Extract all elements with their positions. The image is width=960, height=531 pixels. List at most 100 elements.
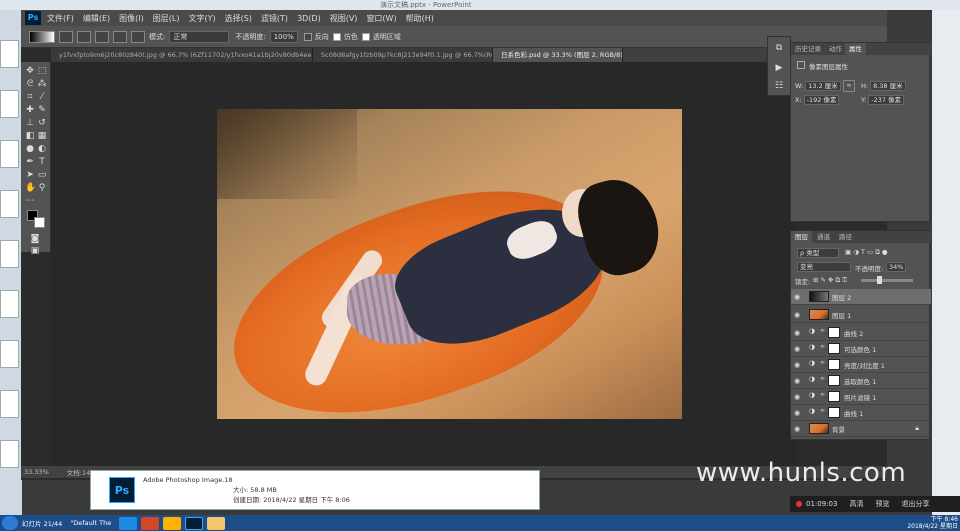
menu-window[interactable]: 窗口(W) [366,13,396,24]
visibility-eye-icon[interactable]: ◉ [794,425,804,433]
y-input[interactable]: -237 像素 [868,95,905,105]
lasso-tool-icon[interactable]: ᘓ [25,79,35,89]
visibility-eye-icon[interactable]: ◉ [794,361,804,369]
visibility-eye-icon[interactable]: ◉ [794,329,804,337]
slide-thumbnail[interactable] [0,290,19,318]
crop-tool-icon[interactable]: ⌗ [25,92,35,102]
folder-app-icon[interactable] [207,516,226,530]
transparency-checkbox[interactable] [361,32,370,41]
layer-opacity-input[interactable]: 34% [886,262,907,272]
more-tools-icon[interactable]: ⋯ [25,196,35,206]
eyedropper-tool-icon[interactable]: ⁄ [37,92,47,102]
tab-history[interactable]: 历史记录 [791,43,825,55]
canvas-photo[interactable] [217,109,682,419]
slide-thumbnail[interactable] [0,40,19,68]
sogou-app-icon[interactable] [119,516,138,530]
tab-layers[interactable]: 图层 [791,231,812,243]
shape-tool-icon[interactable]: ▭ [37,170,47,180]
menu-select[interactable]: 选择(S) [225,13,252,24]
slide-thumbnail[interactable] [0,340,19,368]
tab-document-active[interactable]: 日系色彩.psd @ 33.3% (图层 2, RGB/8) * [493,48,623,62]
link-icon[interactable]: ∞ [843,80,855,92]
gradient-tool-icon[interactable]: ▦ [37,131,47,141]
slide-thumbnail[interactable] [0,390,19,418]
visibility-eye-icon[interactable]: ◉ [794,409,804,417]
blur-tool-icon[interactable]: ● [25,144,35,154]
powerpoint-app-icon[interactable] [141,516,160,530]
clone-stamp-icon[interactable]: ⊥ [25,118,35,128]
tab-channels[interactable]: 通道 [813,231,834,243]
hand-tool-icon[interactable]: ✋ [25,183,36,193]
menu-filter[interactable]: 滤镜(T) [261,13,288,24]
pen-tool-icon[interactable]: ✒ [25,157,35,167]
menu-image[interactable]: 图像(I) [119,13,144,24]
history-panel-icon[interactable]: ⧉ [774,43,784,53]
layer-row[interactable]: ◉ ◑ ∞ 亮度/对比度 1 [791,357,931,373]
mode-select[interactable]: 正常 [169,30,230,43]
explorer-app-icon[interactable] [163,516,182,530]
height-input[interactable]: 8.38 厘米 [870,81,906,91]
menu-edit[interactable]: 编辑(E) [83,13,110,24]
dodge-tool-icon[interactable]: ◐ [37,144,47,154]
hd-button[interactable]: 高清 [849,499,863,509]
visibility-eye-icon[interactable]: ◉ [794,393,804,401]
width-input[interactable]: 13.2 厘米 [805,81,841,91]
visibility-eye-icon[interactable]: ◉ [794,311,804,319]
tab-paths[interactable]: 路径 [835,231,856,243]
gradient-angle-icon[interactable] [95,30,109,43]
menu-file[interactable]: 文件(F) [47,13,74,24]
actions-panel-icon[interactable]: ▶ [774,63,784,73]
menu-type[interactable]: 文字(Y) [188,13,215,24]
exit-share-button[interactable]: 退出分享 [901,499,929,509]
zoom-level[interactable]: 33.33% [24,468,49,476]
visibility-eye-icon[interactable]: ◉ [794,293,804,301]
healing-brush-icon[interactable]: ✚ [25,105,35,115]
tab-document-1[interactable]: y1fvxfpto9m6j20c80z840t.jpg @ 66.7% (6Zf… [51,48,313,62]
preview-button[interactable]: 预览 [875,499,889,509]
layer-row[interactable]: ◉ ◑ ∞ 选取颜色 1 [791,373,931,389]
layer-row[interactable]: ◉ ◑ ∞ 曲线 2 [791,325,931,341]
path-select-icon[interactable]: ➤ [25,170,35,180]
gradient-radial-icon[interactable] [77,30,91,43]
canvas-area[interactable] [51,62,797,466]
gradient-diamond-icon[interactable] [131,30,145,43]
layer-row[interactable]: ◉ ◑ ∞ 照片滤镜 1 [791,389,931,405]
type-tool-icon[interactable]: T [37,157,47,167]
gradient-preview[interactable] [29,30,55,43]
screen-mode-icon[interactable]: ▣ [30,246,40,256]
visibility-eye-icon[interactable]: ◉ [794,345,804,353]
slide-thumbnail[interactable] [0,190,19,218]
reverse-checkbox[interactable] [303,32,312,41]
slide-thumbnail[interactable] [0,90,19,118]
blend-mode-select[interactable]: 变亮 [797,262,851,272]
brush-tool-icon[interactable]: ✎ [37,105,47,115]
menu-3d[interactable]: 3D(D) [297,14,321,23]
lock-icons[interactable]: ⊞ ✎ ✥ ⧉ ⚿ [813,276,847,285]
menu-view[interactable]: 视图(V) [330,13,358,24]
x-input[interactable]: -192 像素 [803,95,840,105]
menu-help[interactable]: 帮助(H) [406,13,434,24]
visibility-eye-icon[interactable]: ◉ [794,377,804,385]
properties-panel-icon[interactable]: ☷ [774,81,784,91]
slide-thumbnail[interactable] [0,440,19,468]
dither-checkbox[interactable] [332,32,341,41]
gradient-reflected-icon[interactable] [113,30,127,43]
slide-thumbnail[interactable] [0,140,19,168]
gradient-linear-icon[interactable] [59,30,73,43]
start-button[interactable] [2,516,18,530]
tab-document-2[interactable]: 5c08d8afgy1fzb09p7kc8j213e94f0.1.jpg @ 6… [313,48,493,62]
layer-row[interactable]: ◉ 背景 🔒︎ [791,421,931,437]
tab-properties[interactable]: 属性 [845,43,866,55]
quick-mask-icon[interactable]: ◙ [30,234,40,244]
background-color-swatch[interactable] [34,217,45,228]
filter-icons[interactable]: ▣ ◑ T ▭ ⧉ ● [845,248,888,257]
layer-row[interactable]: ◉ 图层 1 [791,307,931,323]
marquee-tool-icon[interactable]: ⬚ [37,66,47,76]
history-brush-icon[interactable]: ↺ [37,118,47,128]
layer-filter-select[interactable]: ρ 类型 [797,248,839,258]
slide-thumbnail[interactable] [0,240,19,268]
menu-layer[interactable]: 图层(L) [153,13,180,24]
eraser-tool-icon[interactable]: ◧ [25,131,35,141]
photoshop-app-icon[interactable] [185,516,204,530]
system-clock[interactable]: 下午 8:46 2018/4/22 星期日 [907,516,958,530]
